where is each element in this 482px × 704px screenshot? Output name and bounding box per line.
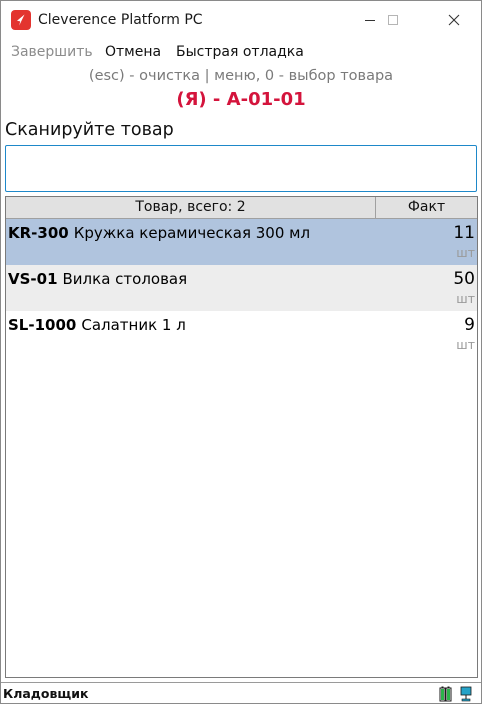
title-bar: Cleverence Platform PC (1, 1, 481, 39)
table-row[interactable]: SL-1000 Салатник 1 л 9 шт (6, 311, 477, 357)
close-button[interactable] (429, 1, 479, 39)
battery-icon (439, 686, 452, 702)
item-code: VS-01 (8, 270, 58, 288)
table-row[interactable]: KR-300 Кружка керамическая 300 мл 11 шт (6, 219, 477, 265)
item-quantity: 50 (453, 269, 475, 289)
table-row[interactable]: VS-01 Вилка столовая 50 шт (6, 265, 477, 311)
menu-bar: Завершить Отмена Быстрая отладка (1, 41, 481, 63)
item-unit: шт (456, 337, 475, 352)
menu-item-finish[interactable]: Завершить (11, 43, 93, 61)
user-role: Кладовщик (3, 686, 89, 701)
network-icon (460, 686, 472, 702)
item-quantity: 9 (464, 315, 475, 335)
item-name: Вилка столовая (62, 270, 188, 288)
window-title: Cleverence Platform PC (38, 12, 203, 28)
grid-header: Товар, всего: 2 Факт (6, 197, 477, 219)
menu-item-cancel[interactable]: Отмена (105, 43, 161, 61)
item-code: SL-1000 (8, 316, 77, 334)
app-logo-icon (11, 10, 31, 30)
item-unit: шт (456, 291, 475, 306)
item-unit: шт (456, 245, 475, 260)
location-label: (Я) - А-01-01 (176, 89, 306, 110)
scan-prompt: Сканируйте товар (5, 120, 174, 140)
goods-grid[interactable]: Товар, всего: 2 Факт KR-300 Кружка керами… (5, 196, 478, 678)
key-hint: (esc) - очистка | меню, 0 - выбор товара (88, 68, 394, 84)
menu-item-quick-debug[interactable]: Быстрая отладка (176, 43, 304, 61)
item-code: KR-300 (8, 224, 69, 242)
item-quantity: 11 (453, 223, 475, 243)
column-header-goods[interactable]: Товар, всего: 2 (6, 197, 376, 218)
maximize-button[interactable] (370, 1, 416, 39)
close-icon (448, 14, 460, 26)
status-bar: Кладовщик (1, 682, 481, 703)
maximize-icon (388, 15, 398, 25)
column-header-fact[interactable]: Факт (376, 197, 477, 218)
scan-input[interactable] (5, 145, 477, 192)
item-name: Кружка керамическая 300 мл (73, 224, 311, 242)
app-window: Cleverence Platform PC Завершить Отмена … (0, 0, 482, 704)
item-name: Салатник 1 л (81, 316, 186, 334)
